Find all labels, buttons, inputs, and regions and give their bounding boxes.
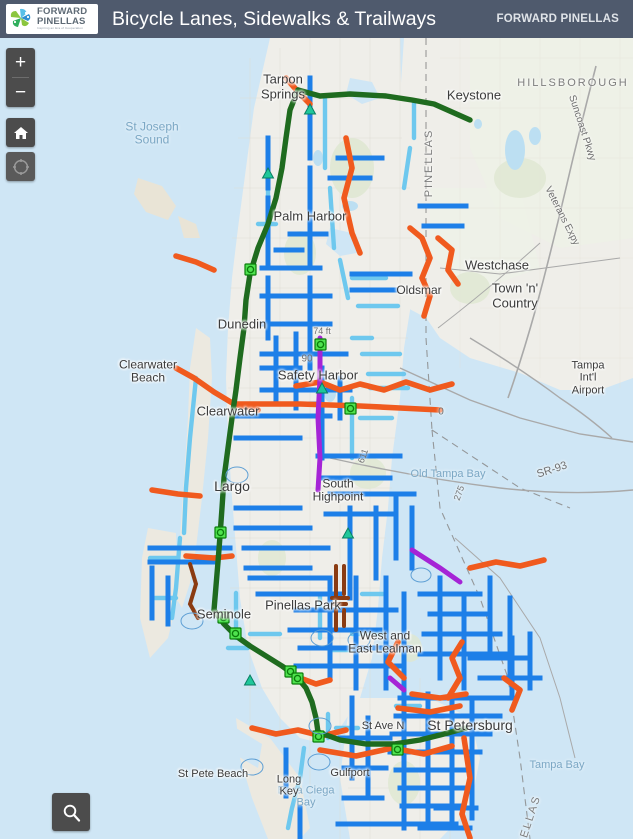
- pinwheel-logo-icon: [10, 8, 31, 27]
- logo-line-2: PINELLAS: [37, 15, 86, 27]
- forward-pinellas-logo[interactable]: FORWARD PINELLAS Inspiring an Era of Coo…: [6, 4, 98, 34]
- search-button[interactable]: [52, 793, 90, 831]
- zoom-control-group[interactable]: + −: [6, 48, 35, 107]
- logo-tagline: Inspiring an Era of Cooperation: [37, 26, 83, 31]
- map-canvas: [0, 38, 633, 839]
- home-icon: [13, 126, 28, 139]
- page-title: Bicycle Lanes, Sidewalks & Trailways: [112, 7, 437, 30]
- map-view[interactable]: St Joseph Sound Old Tampa Bay Tampa Bay Boca…: [0, 38, 633, 839]
- zoom-out-button[interactable]: −: [6, 78, 35, 107]
- zoom-in-button[interactable]: +: [6, 48, 35, 77]
- locate-button[interactable]: [6, 152, 35, 181]
- home-button[interactable]: [6, 118, 35, 147]
- app-header: FORWARD PINELLAS Inspiring an Era of Coo…: [0, 0, 633, 38]
- header-org-label: FORWARD PINELLAS: [496, 13, 619, 25]
- search-icon: [63, 804, 80, 822]
- crosshair-icon: [12, 158, 29, 175]
